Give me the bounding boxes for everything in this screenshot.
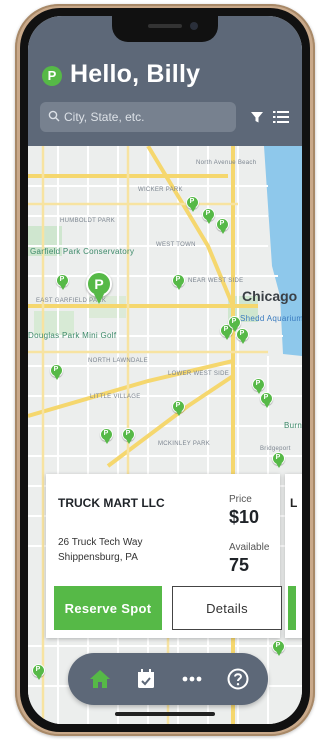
parking-pin[interactable]: P — [236, 328, 249, 344]
speaker-grille — [148, 24, 182, 28]
search-input[interactable] — [64, 102, 232, 132]
home-icon[interactable] — [88, 667, 112, 691]
map-label-west-town: WEST TOWN — [156, 242, 196, 248]
parking-pin[interactable]: P — [260, 392, 273, 408]
search-icon — [48, 110, 60, 122]
front-camera — [190, 22, 198, 30]
map-label-lower-west-side: LOWER WEST SIDE — [168, 371, 230, 377]
available-label: Available — [229, 542, 270, 553]
parking-pin[interactable]: P — [50, 364, 63, 380]
map-label-north-avenue-beach: North Avenue Beach — [196, 160, 257, 166]
search-bar[interactable] — [40, 102, 236, 132]
next-listing-card-peek[interactable]: L — [285, 474, 302, 638]
map-label-douglas-park: Douglas Park Mini Golf — [28, 331, 117, 340]
map-label-garfield-conservatory: Garfield Park Conservatory — [30, 247, 135, 256]
parking-pin[interactable]: P — [122, 428, 135, 444]
map-label-north-lawndale: NORTH LAWNDALE — [88, 358, 148, 364]
map-label-near-west-side: NEAR WEST SIDE — [188, 278, 244, 284]
price-label: Price — [229, 494, 252, 505]
price-value: $10 — [229, 507, 260, 527]
parking-pin[interactable]: P — [56, 274, 69, 290]
parking-pin[interactable]: P — [202, 208, 215, 224]
selected-parking-pin[interactable]: P — [86, 271, 112, 304]
parking-pin[interactable]: P — [32, 664, 45, 680]
parking-pin[interactable]: P — [216, 218, 229, 234]
parking-pin[interactable]: P — [172, 274, 185, 290]
map-label-chicago: Chicago — [242, 288, 298, 304]
filter-icon[interactable] — [250, 110, 264, 124]
parking-pin[interactable]: P — [100, 428, 113, 444]
address-line-2: Shippensburg, PA — [58, 552, 138, 563]
map-label-burn: Burn — [284, 421, 302, 430]
greeting-title: Hello, Billy — [70, 60, 201, 88]
map-label-little-village: LITTLE VILLAGE — [90, 394, 141, 400]
help-icon[interactable] — [226, 667, 250, 691]
bottom-nav-bar — [68, 653, 268, 705]
calendar-check-icon[interactable] — [134, 667, 158, 691]
map-label-bridgeport: Bridgeport — [260, 446, 291, 452]
parking-pin[interactable]: P — [172, 400, 185, 416]
phone-bezel: P Hello, Billy City, State, etc. North A… — [20, 8, 310, 732]
parking-pin[interactable]: P — [272, 640, 285, 656]
more-icon[interactable] — [180, 667, 204, 691]
app-screen: P Hello, Billy City, State, etc. North A… — [28, 16, 302, 724]
next-card-title-fragment: L — [290, 496, 298, 510]
parking-pin[interactable]: P — [272, 452, 285, 468]
reserve-spot-button[interactable]: Reserve Spot — [54, 586, 162, 630]
parking-pin[interactable]: P — [228, 316, 241, 332]
parking-pin[interactable]: P — [252, 378, 265, 394]
available-value: 75 — [229, 555, 250, 575]
home-indicator — [115, 712, 215, 716]
map-label-mckinley-park: MCKINLEY PARK — [158, 441, 211, 447]
parking-pin[interactable]: P — [186, 196, 199, 212]
parking-logo-icon: P — [42, 66, 62, 86]
map-label-humboldt-park: HUMBOLDT PARK — [60, 218, 116, 224]
listing-title: TRUCK MART LLC — [58, 496, 165, 510]
next-card-reserve-button-fragment[interactable] — [288, 586, 296, 630]
address-line-1: 26 Truck Tech Way — [58, 537, 143, 548]
listing-card[interactable]: TRUCK MART LLC 26 Truck Tech Way Shippen… — [46, 474, 282, 638]
phone-notch — [112, 16, 218, 42]
listing-address: 26 Truck Tech Way Shippensburg, PA — [58, 535, 142, 565]
details-button[interactable]: Details — [172, 586, 282, 630]
map-label-shedd-aquarium: Shedd Aquarium — [240, 314, 302, 323]
map-label-wicker-park: WICKER PARK — [138, 187, 183, 193]
list-view-icon[interactable] — [273, 110, 289, 124]
